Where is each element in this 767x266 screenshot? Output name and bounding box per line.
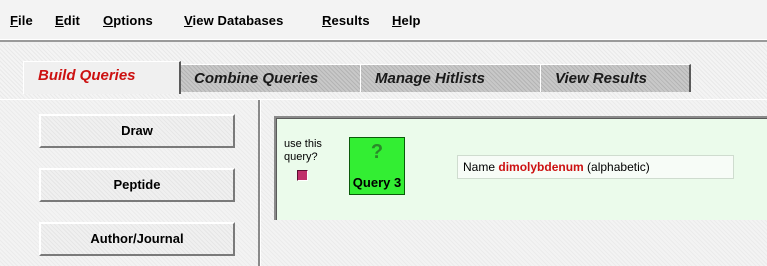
menu-options[interactable]: Options bbox=[103, 13, 153, 28]
menu-view-databases[interactable]: View Databases bbox=[184, 13, 283, 28]
query-row: use this query? ? Query 3 Name dimolybde… bbox=[274, 116, 767, 220]
query-description: Name dimolybdenum (alphabetic) bbox=[457, 155, 734, 179]
menu-view-databases-mnemonic: V bbox=[184, 13, 193, 28]
tab-view-results-label: View Results bbox=[555, 70, 647, 87]
menu-help-mnemonic: H bbox=[392, 13, 402, 28]
tab-combine-queries-label: Combine Queries bbox=[194, 70, 319, 87]
menu-options-label: ptions bbox=[113, 13, 153, 28]
question-mark-icon: ? bbox=[370, 141, 384, 163]
menu-edit-mnemonic: E bbox=[55, 13, 64, 28]
tab-manage-hitlists[interactable]: Manage Hitlists bbox=[360, 64, 542, 92]
author-journal-button[interactable]: Author/Journal bbox=[39, 222, 235, 256]
tab-build-queries[interactable]: Build Queries bbox=[23, 61, 181, 94]
use-query-checkbox[interactable] bbox=[297, 170, 308, 181]
draw-button[interactable]: Draw bbox=[39, 114, 235, 148]
build-queries-panel: Draw Peptide Author/Journal use this que… bbox=[0, 100, 767, 266]
peptide-button[interactable]: Peptide bbox=[39, 168, 235, 202]
menu-view-databases-label: iew Databases bbox=[192, 13, 284, 28]
query-term: dimolybdenum bbox=[498, 160, 584, 174]
menu-file-mnemonic: F bbox=[10, 13, 19, 28]
menu-file[interactable]: File bbox=[10, 13, 33, 28]
menu-options-mnemonic: O bbox=[103, 13, 114, 28]
tab-view-results[interactable]: View Results bbox=[540, 64, 691, 92]
menu-file-label: ile bbox=[18, 13, 33, 28]
panel-divider bbox=[258, 100, 260, 266]
menu-edit-label: dit bbox=[63, 13, 80, 28]
query-suffix: (alphabetic) bbox=[587, 160, 650, 174]
menu-results-mnemonic: R bbox=[322, 13, 332, 28]
menu-help-label: elp bbox=[401, 13, 421, 28]
menu-help[interactable]: Help bbox=[392, 13, 421, 28]
menu-results[interactable]: Results bbox=[322, 13, 370, 28]
menu-results-label: esults bbox=[331, 13, 370, 28]
use-query-label: use this query? bbox=[284, 138, 322, 163]
menu-bar: File Edit Options View Databases Results… bbox=[0, 0, 767, 42]
query-name-label: Query 3 bbox=[352, 175, 402, 190]
query-field-prefix: Name bbox=[463, 160, 496, 174]
tab-build-queries-label: Build Queries bbox=[38, 67, 136, 84]
tab-combine-queries[interactable]: Combine Queries bbox=[179, 64, 363, 92]
tab-manage-hitlists-label: Manage Hitlists bbox=[375, 70, 486, 87]
query-button[interactable]: ? Query 3 bbox=[349, 137, 405, 195]
tab-strip: Build Queries Combine Queries Manage Hit… bbox=[0, 44, 767, 100]
menu-edit[interactable]: Edit bbox=[55, 13, 80, 28]
query-type-panel: Draw Peptide Author/Journal bbox=[22, 100, 259, 266]
